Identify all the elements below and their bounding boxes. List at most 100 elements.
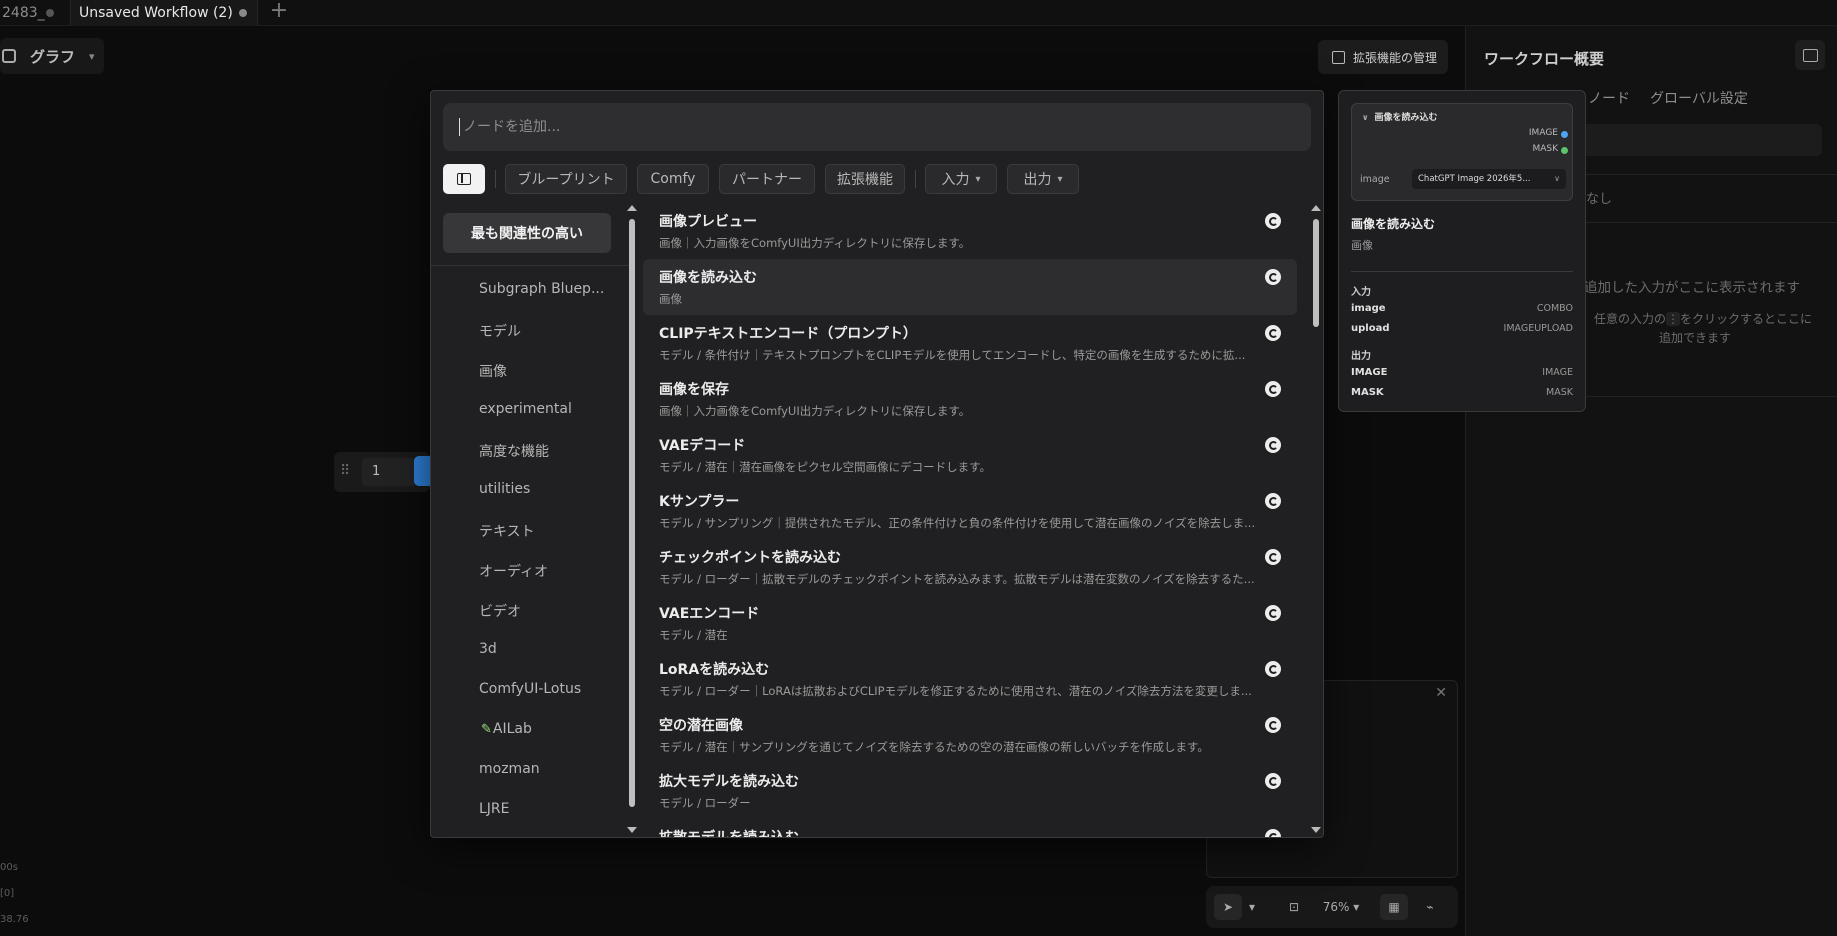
result-item[interactable]: チェックポイントを読み込む モデル / ローダー｜拡散モデルのチェックポイントを… [643,539,1297,595]
tab-workflow-2[interactable]: Unsaved Workflow (2) [70,0,258,26]
filter-extensions[interactable]: 拡張機能 [825,164,905,194]
drag-handle-icon[interactable]: ⠿ [340,463,350,479]
result-name: 拡散モデルを読み込む [659,827,799,837]
divider [495,170,496,188]
filter-bar: ブループリント Comfy パートナー 拡張機能 入力 ▾ 出力 ▾ [443,164,1313,194]
category-item[interactable]: Subgraph Bluep... [479,281,604,297]
category-item[interactable]: 高度な機能 [479,441,549,461]
graph-menu-label: グラフ [30,47,76,66]
node-search-input[interactable] [461,118,1281,136]
result-item[interactable]: CLIPテキストエンコード（プロンプト） モデル / 条件付け｜テキストプロンプ… [643,315,1297,371]
close-icon[interactable]: ✕ [1435,685,1447,701]
stat-fps: 38.76 [0,914,29,925]
result-item[interactable]: 拡大モデルを読み込む モデル / ローダー [643,763,1297,819]
output-type: MASK [1546,387,1573,398]
add-node-dialog: ブループリント Comfy パートナー 拡張機能 入力 ▾ 出力 ▾ 最も関連性の高… [430,90,1324,838]
category-item[interactable]: ✎AILab [481,721,532,737]
unsaved-dot-icon [239,9,247,17]
node-results-list: 画像プレビュー 画像｜入力画像をComfyUI出力ディレクトリに保存します。 画… [643,201,1309,837]
result-item[interactable]: 画像を保存 画像｜入力画像をComfyUI出力ディレクトリに保存します。 [643,371,1297,427]
result-name: LoRAを読み込む [659,662,770,678]
fit-view-icon[interactable]: ⊡ [1282,894,1306,920]
chevron-down-icon: ▾ [89,49,95,63]
preview-output-label: MASK [1532,144,1558,154]
tab-workflow-1[interactable]: 2483_ [0,0,66,26]
comfy-badge-icon [1265,213,1281,229]
filter-partner[interactable]: パートナー [719,164,815,194]
canvas-node-run-button[interactable] [414,456,430,486]
category-item[interactable]: mozman [479,761,540,777]
result-item[interactable]: VAEエンコード モデル / 潜在 [643,595,1297,651]
preview-widget-label: image [1360,174,1390,185]
result-item[interactable]: 拡散モデルを読み込む [643,819,1297,837]
result-name: VAEエンコード [659,606,760,622]
result-item[interactable]: LoRAを読み込む モデル / ローダー｜LoRAは拡散およびCLIPモデルを修… [643,651,1297,707]
preview-node-title: ∨ 画像を読み込む [1362,113,1438,123]
result-name: CLIPテキストエンコード（プロンプト） [659,326,917,342]
category-item[interactable]: 画像 [479,361,507,381]
zoom-level[interactable]: 76% ▾ [1316,894,1366,920]
pencil-icon: ✎ [481,722,492,737]
panel-toggle-button[interactable] [1795,40,1825,70]
filter-output-dropdown[interactable]: 出力 ▾ [1007,164,1079,194]
result-desc: モデル / 条件付け｜テキストプロンプトをCLIPモデルを使用してエンコードし、… [659,348,1246,362]
new-tab-button[interactable]: + [268,0,290,24]
result-desc: モデル / 潜在｜サンプリングを通じてノイズを除去するための空の潜在画像の新しい… [659,740,1209,754]
toggle-sidebar-button[interactable] [443,164,485,194]
comfy-badge-icon [1265,549,1281,565]
tab-global-settings[interactable]: グローバル設定 [1650,88,1748,108]
scroll-up-icon[interactable] [1311,205,1321,211]
result-item[interactable]: 空の潜在画像 モデル / 潜在｜サンプリングを通じてノイズを除去するための空の潜… [643,707,1297,763]
category-most-relevant[interactable]: 最も関連性の高い [443,213,611,253]
filter-comfy[interactable]: Comfy [637,164,709,194]
stat-queue: [0] [0,888,15,899]
result-item[interactable]: VAEデコード モデル / 潜在｜潜在画像をピクセル空間画像にデコードします。 [643,427,1297,483]
node-number-input[interactable]: 1 [362,458,416,486]
manage-extensions-button[interactable]: 拡張機能の管理 [1318,40,1448,74]
minimap-icon[interactable]: ▦ [1380,894,1408,920]
filter-input-dropdown[interactable]: 入力 ▾ [925,164,997,194]
result-item[interactable]: 画像プレビュー 画像｜入力画像をComfyUI出力ディレクトリに保存します。 [643,203,1297,259]
comfy-badge-icon [1265,829,1281,837]
output-dot-icon [1561,131,1568,138]
result-desc: モデル / サンプリング｜提供されたモデル、正の条件付けと負の条件付けを使用して… [659,516,1256,530]
graph-menu[interactable]: グラフ ▾ [0,38,104,74]
category-item[interactable]: モデル [479,321,521,341]
result-item[interactable]: Kサンプラー モデル / サンプリング｜提供されたモデル、正の条件付けと負の条件… [643,483,1297,539]
result-desc: モデル / 潜在 [659,628,728,642]
input-name: upload [1351,323,1390,334]
tab-nodes[interactable]: ノード [1588,88,1630,108]
comfy-badge-icon [1265,325,1281,341]
result-desc: モデル / ローダー [659,796,751,810]
category-item[interactable]: 3d [479,641,497,657]
canvas-toolbar: ➤ ▾ ⊡ 76% ▾ ▦ ⌁ [1206,886,1458,928]
unsaved-dot-icon [46,9,54,17]
category-item[interactable]: ビデオ [479,601,521,621]
node-search-box[interactable] [443,103,1311,151]
hide-links-icon[interactable]: ⌁ [1416,894,1444,920]
category-item[interactable]: オーディオ [479,561,548,581]
result-item-selected[interactable]: 画像を読み込む 画像 [643,259,1297,315]
scroll-thumb[interactable] [1313,219,1319,327]
category-item[interactable]: LJRE [479,801,510,817]
results-scrollbar[interactable] [1311,201,1321,837]
comfy-badge-icon [1265,605,1281,621]
category-scrollbar[interactable] [627,201,637,837]
chevron-down-icon: ▾ [1057,173,1063,185]
category-item[interactable]: utilities [479,481,530,497]
text-caret [459,118,460,136]
category-item[interactable]: experimental [479,401,572,417]
category-item[interactable]: ComfyUI-Lotus [479,681,581,697]
divider [1351,271,1573,272]
category-item[interactable]: テキスト [479,521,535,541]
select-tool-icon[interactable]: ➤ [1214,894,1242,920]
divider [915,170,916,188]
comfy-badge-icon [1265,381,1281,397]
chevron-down-icon[interactable]: ▾ [1244,894,1260,920]
scroll-up-icon[interactable] [627,205,637,211]
scroll-down-icon[interactable] [627,827,637,833]
scroll-thumb[interactable] [629,219,635,807]
scroll-down-icon[interactable] [1311,827,1321,833]
result-name: 空の潜在画像 [659,718,743,734]
filter-blueprint[interactable]: ブループリント [505,164,627,194]
